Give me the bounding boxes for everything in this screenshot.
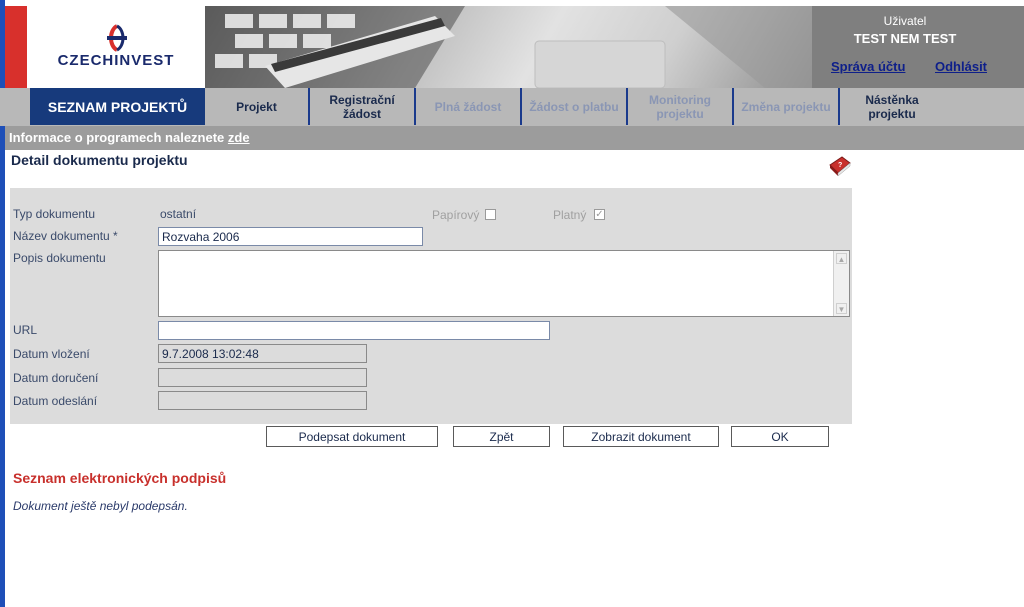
document-description-textarea[interactable]: ▲ ▼: [158, 250, 850, 317]
tab-full-request: Plná žádost: [416, 88, 522, 125]
tab-project-list[interactable]: SEZNAM PROJEKTŮ: [30, 88, 205, 125]
info-link[interactable]: zde: [228, 130, 250, 145]
valid-checkbox: ✓: [594, 209, 605, 220]
tab-registration-request[interactable]: Registrační žádost: [310, 88, 416, 125]
tab-project-change: Změna projektu: [734, 88, 840, 125]
textarea-scrollbar[interactable]: ▲ ▼: [833, 251, 849, 316]
user-name: TEST NEM TEST: [853, 31, 957, 46]
czechinvest-logo[interactable]: CZECHINVEST: [27, 6, 205, 88]
tab-payment-request: Žádost o platbu: [522, 88, 628, 125]
date-sent-label: Datum odeslání: [13, 394, 98, 408]
account-settings-link[interactable]: Správa účtu: [831, 59, 905, 74]
svg-text:?: ?: [838, 162, 842, 169]
sign-document-button[interactable]: Podepsat dokument: [266, 426, 438, 447]
main-nav: SEZNAM PROJEKTŮ Projekt Registrační žádo…: [0, 88, 1024, 126]
signatures-title: Seznam elektronických podpisů: [13, 470, 227, 486]
document-name-input[interactable]: [158, 227, 423, 246]
tab-monitoring: Monitoring projektu: [628, 88, 734, 125]
document-type-label: Typ dokumentu: [13, 207, 96, 221]
tab-project[interactable]: Projekt: [205, 88, 310, 125]
user-panel: Uživatel TEST NEM TEST Správa účtu Odhlá…: [812, 6, 1024, 88]
help-book-icon[interactable]: ?: [828, 155, 852, 177]
user-label: Uživatel: [883, 14, 927, 28]
scroll-down-icon[interactable]: ▼: [836, 303, 847, 314]
paper-checkbox: [485, 209, 496, 220]
logo-text: CZECHINVEST: [57, 52, 175, 69]
laptop-image: [205, 6, 812, 88]
document-description-label: Popis dokumentu: [13, 251, 106, 265]
header-photo: [205, 6, 812, 88]
logo-mark-icon: [107, 24, 127, 52]
back-button[interactable]: Zpět: [453, 426, 550, 447]
show-document-button[interactable]: Zobrazit dokument: [563, 426, 719, 447]
scroll-up-icon[interactable]: ▲: [836, 253, 847, 264]
date-delivered-label: Datum doručení: [13, 371, 99, 385]
paper-label: Papírový: [432, 208, 480, 222]
brand-red-bar: [5, 6, 27, 88]
date-sent-field: [158, 391, 367, 410]
signatures-empty-note: Dokument ještě nebyl podepsán.: [13, 499, 188, 513]
document-name-label: Název dokumentu *: [13, 229, 118, 243]
date-inserted-label: Datum vložení: [13, 347, 90, 361]
ok-button[interactable]: OK: [731, 426, 829, 447]
date-delivered-field: [158, 368, 367, 387]
url-label: URL: [13, 323, 38, 337]
info-bar: Informace o programech naleznete zde: [5, 126, 1024, 150]
page-title: Detail dokumentu projektu: [11, 152, 188, 168]
date-inserted-field: 9.7.2008 13:02:48: [158, 344, 367, 363]
document-type-value: ostatní: [160, 207, 197, 221]
info-text: Informace o programech naleznete: [9, 130, 228, 145]
logout-link[interactable]: Odhlásit: [935, 59, 987, 74]
tab-project-board[interactable]: Nástěnka projektu: [840, 88, 944, 125]
valid-label: Platný: [553, 208, 587, 222]
url-input[interactable]: [158, 321, 550, 340]
